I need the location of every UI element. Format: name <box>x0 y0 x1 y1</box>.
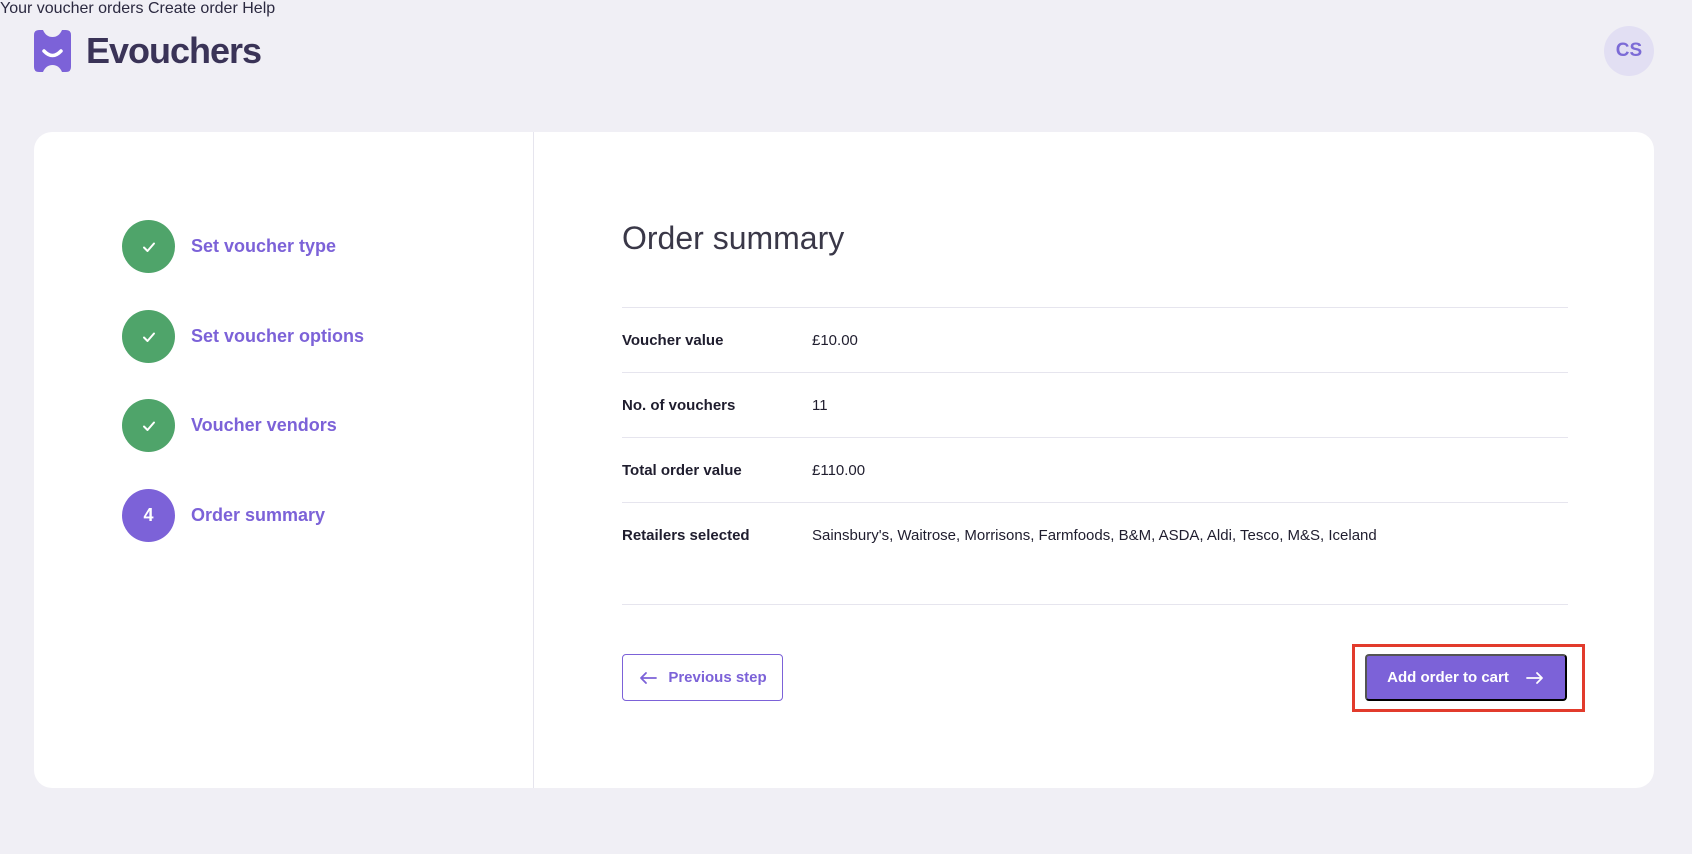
avatar-initials: CS <box>1615 40 1643 61</box>
summary-value-retailers-selected: Sainsbury's, Waitrose, Morrisons, Farmfo… <box>812 527 1377 544</box>
summary-label-no-of-vouchers: No. of vouchers <box>622 397 736 414</box>
step-label: Voucher vendors <box>191 415 337 435</box>
panel-divider <box>533 132 534 788</box>
step-complete-badge <box>122 310 175 363</box>
step-set-voucher-type[interactable]: Set voucher type <box>122 220 336 273</box>
row-divider <box>622 604 1568 605</box>
row-divider <box>622 437 1568 438</box>
add-order-to-cart-button[interactable]: Add order to cart <box>1365 654 1567 701</box>
nav-create-order[interactable]: Create order <box>148 0 238 17</box>
add-order-to-cart-label: Add order to cart <box>1387 669 1509 686</box>
row-divider <box>622 307 1568 308</box>
step-number: 4 <box>143 505 154 525</box>
arrow-left-icon <box>640 671 658 684</box>
summary-label-total-order-value: Total order value <box>622 462 742 479</box>
brand-name: Evouchers <box>86 30 262 71</box>
step-complete-badge <box>122 220 175 273</box>
nav-your-voucher-orders[interactable]: Your voucher orders <box>0 0 144 17</box>
brand-logo[interactable]: Evouchers <box>34 30 262 72</box>
summary-value-total-order-value: £110.00 <box>812 462 866 479</box>
user-avatar[interactable]: CS <box>1604 26 1654 76</box>
step-label: Set voucher options <box>191 326 365 346</box>
step-order-summary[interactable]: 4 Order summary <box>122 489 325 542</box>
previous-step-label: Previous step <box>668 669 767 686</box>
step-number-badge: 4 <box>122 489 175 542</box>
row-divider <box>622 372 1568 373</box>
page-title: Order summary <box>622 220 845 256</box>
top-header: Evouchers Your voucher orders Create ord… <box>0 0 1692 104</box>
step-voucher-vendors[interactable]: Voucher vendors <box>122 399 337 452</box>
step-complete-badge <box>122 399 175 452</box>
summary-value-voucher-value: £10.00 <box>812 332 858 349</box>
arrow-right-icon <box>1525 671 1543 684</box>
summary-label-voucher-value: Voucher value <box>622 332 724 349</box>
check-icon <box>142 421 155 431</box>
check-icon <box>142 332 155 342</box>
summary-label-retailers-selected: Retailers selected <box>622 527 750 544</box>
voucher-logo-icon <box>34 30 71 72</box>
nav-help[interactable]: Help <box>242 0 275 17</box>
check-icon <box>142 242 155 252</box>
row-divider <box>622 502 1568 503</box>
order-card: Set voucher type Set voucher options Vou… <box>34 132 1654 788</box>
step-label: Set voucher type <box>191 236 337 256</box>
step-label: Order summary <box>191 505 326 525</box>
summary-value-no-of-vouchers: 11 <box>812 397 828 414</box>
previous-step-button[interactable]: Previous step <box>622 654 783 701</box>
step-set-voucher-options[interactable]: Set voucher options <box>122 310 364 363</box>
